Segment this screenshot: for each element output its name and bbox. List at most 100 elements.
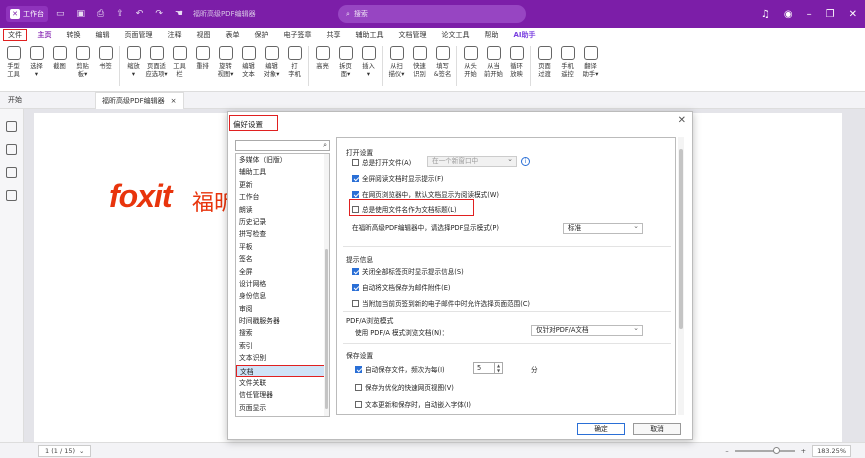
filename-as-title-checkbox[interactable] [352, 205, 359, 213]
bookmark-button[interactable]: 书签 [94, 46, 117, 71]
category-item[interactable]: 平板 [236, 241, 329, 253]
page-navigator[interactable]: 1 (1 / 15) ⌄ [38, 444, 92, 457]
hand-icon[interactable]: ☚ [175, 9, 183, 19]
auto-save-mail-option[interactable]: 自动将文档保存为邮件附件(E) [352, 282, 450, 292]
menu-form[interactable]: 表单 [218, 30, 247, 40]
category-item[interactable]: 签名 [236, 253, 329, 265]
bell-icon[interactable]: ♫ [761, 9, 770, 20]
settings-scroll-thumb[interactable] [679, 149, 683, 329]
comment-icon[interactable] [6, 167, 17, 178]
category-item[interactable]: 更新 [236, 179, 329, 191]
menu-doc-manage[interactable]: 文档管理 [391, 30, 434, 40]
reflow-button[interactable]: 重排 [191, 46, 214, 71]
save-optimized-option[interactable]: 保存为优化的快速网页视图(V) [355, 382, 454, 392]
category-item[interactable]: 文本识别 [236, 352, 329, 364]
tab-close-icon[interactable]: × [171, 97, 177, 105]
menu-edit[interactable]: 编辑 [88, 30, 117, 40]
category-item[interactable]: 信任管理器 [236, 389, 329, 401]
minimize-icon[interactable]: – [807, 9, 812, 20]
page-transition-button[interactable]: 页面 过渡 [533, 46, 556, 79]
restore-icon[interactable]: ❐ [826, 9, 835, 20]
category-item[interactable]: 索引 [236, 340, 329, 352]
loop-play-button[interactable]: 循环 放映 [505, 46, 528, 79]
pdf-display-mode-select[interactable]: 标准 [563, 222, 643, 234]
play-start-button[interactable]: 从头 开始 [459, 46, 482, 79]
always-open-file-option[interactable]: 总是打开文件(A) [352, 157, 411, 167]
category-item[interactable]: 多媒体（旧版） [236, 154, 329, 166]
quick-ocr-button[interactable]: 快速 识别 [408, 46, 431, 79]
pdfa-mode-select[interactable]: 仅针对PDF/A文档 [531, 324, 643, 336]
search-box[interactable]: ⌕ 搜索 [338, 5, 526, 23]
category-item[interactable]: 拼写检查 [236, 228, 329, 240]
zoom-value[interactable]: 183.25% [812, 445, 851, 457]
menu-thesis[interactable]: 论文工具 [434, 30, 477, 40]
category-item[interactable]: 设计网格 [236, 278, 329, 290]
attachment-icon[interactable] [6, 190, 17, 201]
category-item[interactable]: 页面显示 [236, 402, 329, 414]
share-icon[interactable]: ⇪ [116, 9, 124, 19]
hand-tool-button[interactable]: 手型 工具 [2, 46, 25, 79]
autosave-stepper[interactable]: ▲ ▼ [495, 362, 503, 374]
chevron-down-icon[interactable]: ⌄ [79, 447, 84, 455]
print-icon[interactable]: ⎙ [97, 9, 104, 19]
category-scroll-thumb[interactable] [325, 249, 328, 409]
browser-read-mode-option[interactable]: 在网页浏览器中，默认文档显示为阅读模式(W) [352, 189, 499, 199]
category-item[interactable]: 审阅 [236, 303, 329, 315]
menu-esign[interactable]: 电子签章 [276, 30, 319, 40]
cancel-button[interactable]: 取消 [633, 423, 681, 435]
toolbar-button[interactable]: 工具 栏 [168, 46, 191, 79]
menu-share[interactable]: 共享 [319, 30, 348, 40]
embed-fonts-option[interactable]: 文本更新和保存时，自动嵌入字体(I) [355, 399, 471, 409]
menu-help[interactable]: 帮助 [477, 30, 506, 40]
category-item[interactable]: 文档 [236, 364, 329, 378]
save-icon[interactable]: ▣ [77, 9, 86, 19]
auto-save-mail-checkbox[interactable] [352, 283, 359, 291]
category-item[interactable]: 文件关联 [236, 377, 329, 389]
select-button[interactable]: 选择 ▾ [25, 46, 48, 79]
category-scrollbar[interactable] [324, 154, 329, 416]
menu-file[interactable]: 文件 [3, 29, 27, 41]
page-fit-button[interactable]: 页面适 应选项▾ [145, 46, 168, 79]
zoom-slider[interactable] [734, 447, 795, 454]
always-open-checkbox[interactable] [352, 158, 359, 166]
menu-protect[interactable]: 保护 [247, 30, 276, 40]
zoom-handle[interactable] [772, 447, 780, 454]
menu-comment[interactable]: 注释 [160, 30, 189, 40]
category-item[interactable]: 辅助工具 [236, 166, 329, 178]
fullscreen-prompt-option[interactable]: 全屏阅读文档时显示提示(F) [352, 173, 443, 183]
edit-object-button[interactable]: 编辑 对象▾ [260, 46, 283, 79]
menu-ai[interactable]: AI助手 [506, 30, 543, 40]
ok-button[interactable]: 确定 [577, 423, 625, 435]
pages-icon[interactable] [6, 144, 17, 155]
zoom-in-icon[interactable]: + [801, 447, 806, 455]
category-item[interactable]: 历史记录 [236, 216, 329, 228]
rotate-view-button[interactable]: 旋转 视图▾ [214, 46, 237, 79]
phone-remote-button[interactable]: 手机 遥控 [556, 46, 579, 79]
zoom-out-icon[interactable]: – [725, 447, 728, 455]
workbench-button[interactable]: ✕ 工作台 [6, 6, 48, 22]
screenshot-button[interactable]: 截图 [48, 46, 71, 71]
tab-start[interactable]: 开始 [0, 95, 30, 105]
clipboard-button[interactable]: 剪贴 板▾ [71, 46, 94, 79]
zoom-button[interactable]: 缩放 ▾ [122, 46, 145, 79]
menu-page-manage[interactable]: 页面管理 [117, 30, 160, 40]
autosave-interval-input[interactable]: 5 [473, 362, 495, 374]
filename-as-title-option[interactable]: 总是使用文件名作为文档标题(L) [352, 204, 457, 214]
play-current-button[interactable]: 从当 前开始 [482, 46, 505, 79]
info-icon[interactable]: i [521, 157, 530, 166]
tab-document[interactable]: 福昕高级PDF编辑器 × [95, 91, 184, 109]
folder-icon[interactable]: ▭ [56, 9, 65, 19]
fill-sign-button[interactable]: 填写 &签名 [431, 46, 454, 79]
autosave-option[interactable]: 自动保存文件，频次为每(I) [355, 364, 445, 374]
settings-scrollbar[interactable] [678, 137, 684, 415]
from-scanner-button[interactable]: 从扫 描仪▾ [385, 46, 408, 79]
close-icon[interactable]: ✕ [849, 9, 857, 20]
highlight-button[interactable]: 高亮 [311, 46, 334, 71]
split-page-button[interactable]: 拆页 面▾ [334, 46, 357, 79]
page-range-option[interactable]: 当附加当前页签到新的电子邮件中时允许选择页面范围(C) [352, 298, 530, 308]
translate-button[interactable]: 翻译 助手▾ [579, 46, 602, 79]
category-item[interactable]: 工作台 [236, 191, 329, 203]
fullscreen-prompt-checkbox[interactable] [352, 174, 359, 182]
edit-text-button[interactable]: 编辑 文本 [237, 46, 260, 79]
menu-accessibility[interactable]: 辅助工具 [348, 30, 391, 40]
